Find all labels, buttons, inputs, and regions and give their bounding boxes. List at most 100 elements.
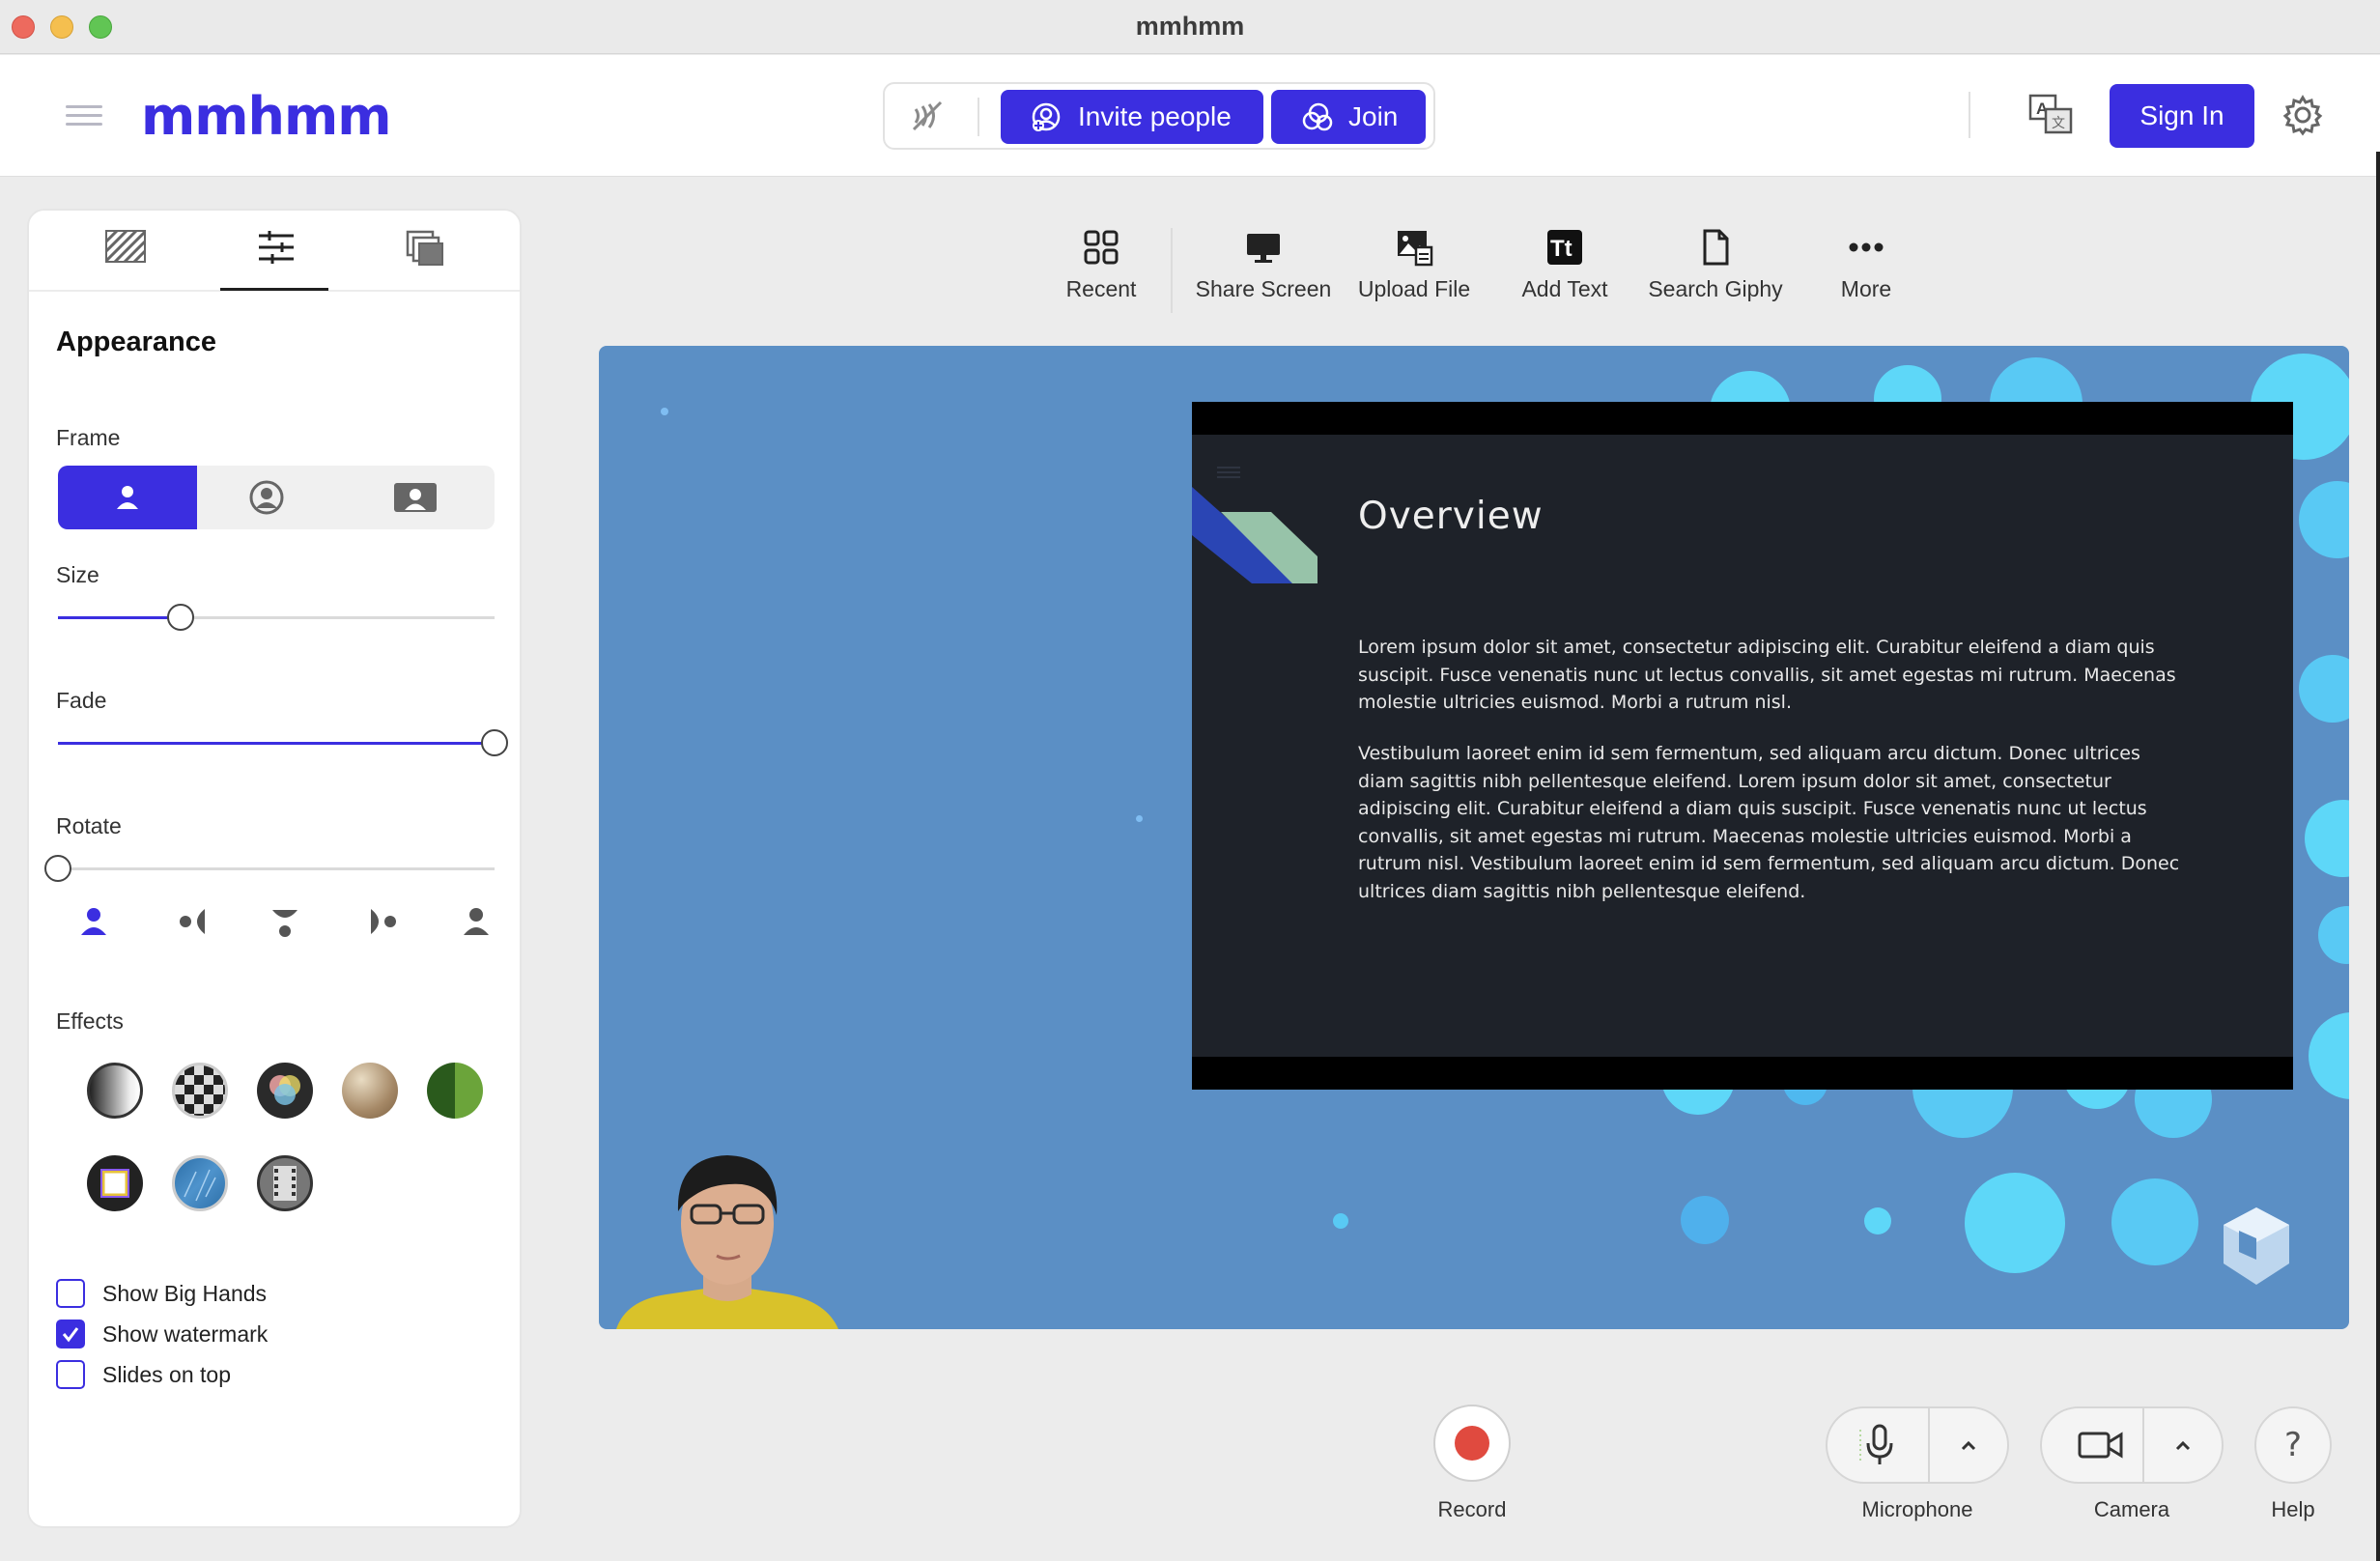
frame-silhouette-option[interactable] bbox=[58, 466, 197, 529]
help-button[interactable]: ? bbox=[2254, 1406, 2332, 1484]
panel-tabs bbox=[29, 211, 520, 292]
effect-rain[interactable] bbox=[172, 1155, 228, 1211]
background-bubble bbox=[1965, 1173, 2065, 1273]
background-bubble bbox=[2305, 800, 2349, 877]
slide-paragraph: Lorem ipsum dolor sit amet, consectetur … bbox=[1358, 637, 2176, 713]
tool-label: More bbox=[1840, 276, 1892, 301]
grid-icon bbox=[1084, 230, 1119, 265]
hamburger-menu-icon[interactable] bbox=[66, 105, 102, 127]
app-header: mmhmm Invite people Join A 文 Sign In bbox=[0, 55, 2380, 177]
svg-text:Tt: Tt bbox=[1550, 236, 1572, 262]
tab-slides[interactable] bbox=[396, 230, 454, 280]
translate-icon[interactable]: A 文 bbox=[2028, 94, 2075, 136]
recent-button[interactable]: Recent bbox=[1024, 228, 1178, 315]
app-logo: mmhmm bbox=[141, 86, 392, 147]
background-bubble bbox=[2299, 655, 2349, 723]
tool-label: Share Screen bbox=[1195, 276, 1332, 301]
window-edge bbox=[2376, 152, 2380, 1561]
window-title: mmhmm bbox=[1135, 12, 1245, 41]
checkbox[interactable] bbox=[56, 1360, 85, 1389]
microphone-icon[interactable] bbox=[1856, 1424, 1903, 1468]
checkbox[interactable] bbox=[56, 1279, 85, 1308]
add-text-button[interactable]: Tt Add Text bbox=[1488, 228, 1642, 315]
slider-knob[interactable] bbox=[44, 855, 71, 882]
effect-film-icon[interactable] bbox=[257, 1155, 313, 1211]
effect-grayscale[interactable] bbox=[87, 1063, 143, 1119]
effect-sepia[interactable] bbox=[342, 1063, 398, 1119]
more-button[interactable]: More bbox=[1789, 228, 1943, 315]
divider bbox=[1928, 1408, 1930, 1482]
meeting-controls: Invite people Join bbox=[883, 82, 1435, 150]
slider-knob[interactable] bbox=[166, 604, 194, 631]
invite-label: Invite people bbox=[1078, 101, 1232, 131]
show-big-hands-option[interactable]: Show Big Hands bbox=[56, 1277, 346, 1310]
effects-grid bbox=[58, 1063, 502, 1256]
camera-label: Camera bbox=[2093, 1497, 2170, 1521]
upload-file-button[interactable]: Upload File bbox=[1337, 228, 1491, 315]
frame-label: Frame bbox=[56, 425, 121, 450]
size-label: Size bbox=[56, 562, 99, 587]
checkbox-label: Show Big Hands bbox=[102, 1280, 268, 1306]
rotate-reset-icon[interactable] bbox=[462, 906, 495, 941]
record-dot-icon bbox=[1455, 1426, 1489, 1461]
join-button[interactable]: Join bbox=[1271, 90, 1426, 144]
background-bubble bbox=[2309, 1012, 2349, 1099]
background-bubble bbox=[1681, 1196, 1729, 1244]
presentation-slide[interactable]: Overview Lorem ipsum dolor sit amet, con… bbox=[1192, 402, 2293, 1090]
record-button[interactable] bbox=[1433, 1405, 1511, 1482]
effect-pixelate[interactable] bbox=[172, 1063, 228, 1119]
tab-appearance[interactable] bbox=[247, 230, 305, 280]
gear-icon[interactable] bbox=[2281, 94, 2324, 136]
effect-green-tint[interactable] bbox=[427, 1063, 483, 1119]
sign-in-button[interactable]: Sign In bbox=[2110, 84, 2254, 148]
checkbox[interactable] bbox=[56, 1320, 85, 1348]
tool-label: Upload File bbox=[1357, 276, 1471, 301]
rotate-right-icon[interactable] bbox=[367, 906, 400, 941]
person-rectangle-icon bbox=[394, 483, 437, 512]
svg-text:文: 文 bbox=[2052, 116, 2065, 131]
slide-title: Overview bbox=[1358, 495, 1544, 538]
presentation-stage[interactable]: Overview Lorem ipsum dolor sit amet, con… bbox=[599, 346, 2349, 1329]
rotate-slider[interactable] bbox=[44, 854, 495, 883]
camera-icon[interactable] bbox=[2077, 1426, 2125, 1464]
size-slider[interactable] bbox=[58, 603, 495, 632]
rotate-label: Rotate bbox=[56, 813, 122, 838]
sliders-icon bbox=[259, 231, 294, 264]
show-watermark-option[interactable]: Show watermark bbox=[56, 1318, 346, 1350]
slide-letterbox-bottom bbox=[1192, 1057, 2293, 1090]
more-icon bbox=[1849, 242, 1884, 252]
rotate-upside-down-icon[interactable] bbox=[270, 906, 303, 941]
frame-selector bbox=[58, 466, 495, 529]
audio-off-icon[interactable] bbox=[908, 98, 949, 134]
background-bubble bbox=[2111, 1178, 2198, 1265]
background-bubble bbox=[2318, 906, 2349, 964]
frame-circle-option[interactable] bbox=[197, 466, 336, 529]
checkbox-label: Show watermark bbox=[102, 1320, 269, 1347]
invite-people-button[interactable]: Invite people bbox=[1001, 90, 1263, 144]
microphone-options-chevron-icon[interactable] bbox=[1949, 1430, 1988, 1461]
effect-color-rgb[interactable] bbox=[257, 1063, 313, 1119]
presenter-video[interactable] bbox=[616, 1128, 838, 1329]
tool-label: Recent bbox=[1065, 276, 1137, 301]
help-label: Help bbox=[2271, 1497, 2315, 1521]
camera-options-chevron-icon[interactable] bbox=[2164, 1430, 2202, 1461]
share-screen-button[interactable]: Share Screen bbox=[1186, 228, 1341, 315]
fade-slider[interactable] bbox=[58, 728, 508, 757]
panel-title: Appearance bbox=[56, 326, 217, 357]
background-bubble bbox=[661, 408, 668, 415]
frame-rectangle-option[interactable] bbox=[336, 466, 495, 529]
slides-stack-icon bbox=[406, 230, 443, 266]
window-titlebar: mmhmm bbox=[0, 0, 2380, 54]
rotate-upright-icon[interactable] bbox=[79, 906, 112, 941]
search-giphy-button[interactable]: Search Giphy bbox=[1638, 228, 1793, 315]
divider bbox=[1171, 228, 1173, 313]
effect-frame-glow[interactable] bbox=[87, 1155, 143, 1211]
divider bbox=[2142, 1408, 2144, 1482]
slider-knob[interactable] bbox=[481, 729, 508, 756]
text-icon: Tt bbox=[1547, 230, 1582, 265]
rotate-left-icon[interactable] bbox=[176, 906, 209, 941]
background-bubble bbox=[1136, 815, 1143, 822]
microphone-control bbox=[1826, 1406, 2009, 1484]
tab-backgrounds[interactable] bbox=[97, 230, 155, 280]
slides-on-top-option[interactable]: Slides on top bbox=[56, 1358, 346, 1391]
